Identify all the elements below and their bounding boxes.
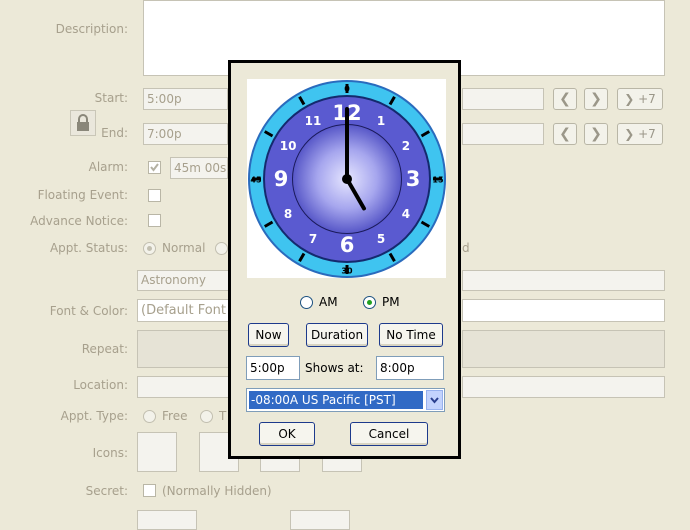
clock-minute-label: 15 <box>432 176 444 185</box>
repeat-label: Repeat: <box>81 342 128 356</box>
chevron-down-icon <box>430 397 439 404</box>
start-date-field[interactable] <box>462 88 544 110</box>
am-radio[interactable] <box>300 296 313 309</box>
clock-center <box>342 174 352 184</box>
alarm-duration-field[interactable]: 45m 00s <box>170 157 228 179</box>
start-time-field[interactable]: 5:00p <box>143 88 228 110</box>
description-label: Description: <box>55 22 128 36</box>
no-time-button[interactable]: No Time <box>379 323 443 347</box>
time-input[interactable]: 5:00p <box>246 356 300 380</box>
time-picker-popup: 121234567891011 0153045 AM PM Now Durati… <box>228 60 461 459</box>
timezone-dropdown-button[interactable] <box>426 390 443 410</box>
ok-button[interactable]: OK <box>259 422 315 446</box>
plus7-label: +7 <box>638 127 656 141</box>
clock-number: 1 <box>377 114 385 128</box>
pm-label: PM <box>382 295 400 309</box>
chevron-left-icon: ❮ <box>559 91 571 107</box>
shows-at-label: Shows at: <box>305 361 364 375</box>
location-field[interactable] <box>137 376 229 398</box>
start-prev-button[interactable]: ❮ <box>553 88 577 110</box>
clock-number: 5 <box>377 232 385 246</box>
chevron-right-icon: ❯ <box>590 91 602 107</box>
pm-radio-dot <box>367 300 372 305</box>
status-hidden-fragment: d <box>462 241 470 255</box>
end-next-button[interactable]: ❯ <box>584 123 608 145</box>
advance-notice-label: Advance Notice: <box>30 214 128 228</box>
icons-label: Icons: <box>92 446 128 460</box>
start-label: Start: <box>94 91 128 105</box>
font-color-field-right[interactable] <box>462 299 665 322</box>
timezone-selected: -08:00A US Pacific [PST] <box>249 391 423 409</box>
appt-type-label: Appt. Type: <box>60 409 128 423</box>
icon-slot-1[interactable] <box>137 432 177 472</box>
secret-label: Secret: <box>85 484 128 498</box>
secret-hint: (Normally Hidden) <box>162 484 272 498</box>
end-prev-button[interactable]: ❮ <box>553 123 577 145</box>
clock-number: 11 <box>305 114 322 128</box>
font-color-field[interactable]: (Default Font <box>137 299 229 322</box>
status-normal-radio[interactable] <box>143 242 156 255</box>
repeat-button[interactable] <box>137 330 229 368</box>
location-label: Location: <box>73 378 128 392</box>
alarm-checkbox[interactable] <box>148 161 161 174</box>
type-other-radio[interactable] <box>200 410 213 423</box>
type-free-label: Free <box>162 409 188 423</box>
now-button[interactable]: Now <box>248 323 289 347</box>
location-field-right[interactable] <box>462 376 665 398</box>
clock-number: 10 <box>280 139 297 153</box>
end-plus7-button[interactable]: ❯ +7 <box>617 123 663 145</box>
cancel-button[interactable]: Cancel <box>350 422 428 446</box>
category-field-right[interactable] <box>462 270 665 291</box>
floating-event-label: Floating Event: <box>37 188 128 202</box>
plus7-label: +7 <box>638 92 656 106</box>
start-plus7-button[interactable]: ❯ +7 <box>617 88 663 110</box>
secret-checkbox[interactable] <box>143 484 156 497</box>
clock-minute-label: 45 <box>250 176 262 185</box>
floating-event-checkbox[interactable] <box>148 189 161 202</box>
alarm-label: Alarm: <box>88 160 128 174</box>
chevron-right-icon: ❯ <box>624 127 635 141</box>
clock-number: 3 <box>406 167 421 191</box>
category-field[interactable]: Astronomy <box>137 270 229 291</box>
pm-radio[interactable] <box>363 296 376 309</box>
clock-minute-label: 0 <box>344 85 350 94</box>
clock-number: 7 <box>309 232 317 246</box>
clock-number: 2 <box>402 139 410 153</box>
end-date-field[interactable] <box>462 123 544 145</box>
shows-at-field[interactable]: 8:00p <box>376 356 444 380</box>
end-label: End: <box>101 126 128 140</box>
clock-number: 6 <box>340 233 355 257</box>
other-select[interactable] <box>290 510 350 530</box>
type-other-fragment: T <box>219 409 227 423</box>
am-label: AM <box>319 295 338 309</box>
chevron-left-icon: ❮ <box>559 126 571 142</box>
status-other-radio[interactable] <box>215 242 228 255</box>
timezone-select[interactable]: -08:00A US Pacific [PST] <box>246 388 445 412</box>
font-color-label: Font & Color: <box>49 304 128 318</box>
clock-number: 8 <box>284 207 292 221</box>
repeat-button-right[interactable] <box>462 330 665 368</box>
appt-status-label: Appt. Status: <box>49 241 128 255</box>
priority-select[interactable] <box>137 510 197 530</box>
duration-button[interactable]: Duration <box>306 323 368 347</box>
status-normal-label: Normal <box>162 241 206 255</box>
start-next-button[interactable]: ❯ <box>584 88 608 110</box>
type-free-radio[interactable] <box>143 410 156 423</box>
chevron-right-icon: ❯ <box>624 92 635 106</box>
clock-icon: 121234567891011 0153045 <box>248 80 446 278</box>
clock-number: 9 <box>274 167 289 191</box>
advance-notice-checkbox[interactable] <box>148 214 161 227</box>
clock-minute-label: 30 <box>341 267 353 276</box>
clock-number: 4 <box>402 207 410 221</box>
checkmark-icon <box>150 163 159 172</box>
chevron-right-icon: ❯ <box>590 126 602 142</box>
end-time-field[interactable]: 7:00p <box>143 123 228 145</box>
clock-face-panel[interactable]: 121234567891011 0153045 <box>247 79 446 278</box>
